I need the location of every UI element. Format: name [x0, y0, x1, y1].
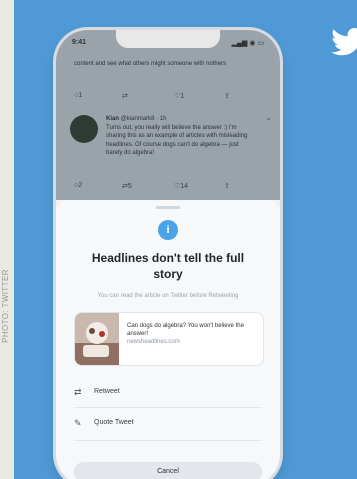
- status-time: 9:41: [72, 39, 87, 46]
- retweet-button[interactable]: ⇄5: [122, 182, 132, 190]
- prompt-subtext: You can read the article on Twitter befo…: [97, 293, 239, 299]
- tweet: Kian @kianmark8 · 1h ⌄ Turns out, you re…: [106, 113, 272, 158]
- divider: [74, 407, 262, 408]
- retweet-prompt-sheet: i Headlines don't tell the full story Yo…: [56, 200, 280, 479]
- share-button[interactable]: ⇪: [224, 182, 230, 190]
- sheet-handle[interactable]: [156, 206, 180, 209]
- retweet-option-label: Retweet: [94, 388, 120, 395]
- reply-button[interactable]: ○2: [74, 182, 82, 189]
- divider: [74, 440, 262, 441]
- tweet-actions: ○1 ⇄ ♡1 ⇪: [74, 92, 264, 102]
- quote-tweet-label: Quote Tweet: [94, 419, 134, 426]
- tweet-author-handle: @kianmark8 · 1h: [120, 116, 167, 122]
- tweet-author-name[interactable]: Kian: [106, 116, 119, 122]
- share-button[interactable]: ⇪: [224, 92, 230, 100]
- article-link-card[interactable]: Can dogs do algebra? You won't believe t…: [74, 312, 264, 366]
- article-thumbnail: [75, 313, 119, 365]
- article-title: Can dogs do algebra? You won't believe t…: [127, 323, 244, 337]
- photo-credit: PHOTO: TWITTER: [1, 269, 10, 343]
- reply-button[interactable]: ○1: [74, 92, 82, 99]
- twitter-bird-icon: [331, 28, 357, 56]
- retweet-option[interactable]: ⇄ Retweet: [74, 387, 264, 401]
- retweet-button[interactable]: ⇄: [122, 92, 128, 100]
- timeline-feed: content and see what others might someon…: [56, 30, 280, 200]
- article-card-text: Can dogs do algebra? You won't believe t…: [127, 322, 257, 346]
- info-icon: i: [158, 220, 178, 240]
- quote-pen-icon: ✎: [74, 418, 82, 428]
- like-button[interactable]: ♡14: [174, 182, 188, 190]
- tweet-text: content and see what others might someon…: [74, 61, 227, 67]
- retweet-icon: ⇄: [74, 387, 82, 397]
- signal-icons: ▂▄▆ ◉ ▭: [231, 40, 264, 47]
- prompt-headline: Headlines don't tell the full story: [91, 251, 245, 281]
- quote-tweet-option[interactable]: ✎ Quote Tweet: [74, 418, 264, 432]
- tweet-text: Turns out, you really will believe the a…: [106, 124, 248, 157]
- article-domain: newsheadlines.com: [127, 339, 180, 345]
- avatar[interactable]: [70, 115, 98, 143]
- chevron-down-icon[interactable]: ⌄: [265, 113, 272, 123]
- like-button[interactable]: ♡1: [174, 92, 184, 100]
- status-bar: 9:41 ▂▄▆ ◉ ▭: [72, 39, 264, 51]
- cancel-button[interactable]: Cancel: [74, 462, 262, 479]
- tweet-actions: ○2 ⇄5 ♡14 ⇪: [74, 182, 264, 192]
- phone-mockup: 9:41 ▂▄▆ ◉ ▭ content and see what others…: [56, 30, 280, 479]
- promo-background: 9:41 ▂▄▆ ◉ ▭ content and see what others…: [14, 0, 357, 479]
